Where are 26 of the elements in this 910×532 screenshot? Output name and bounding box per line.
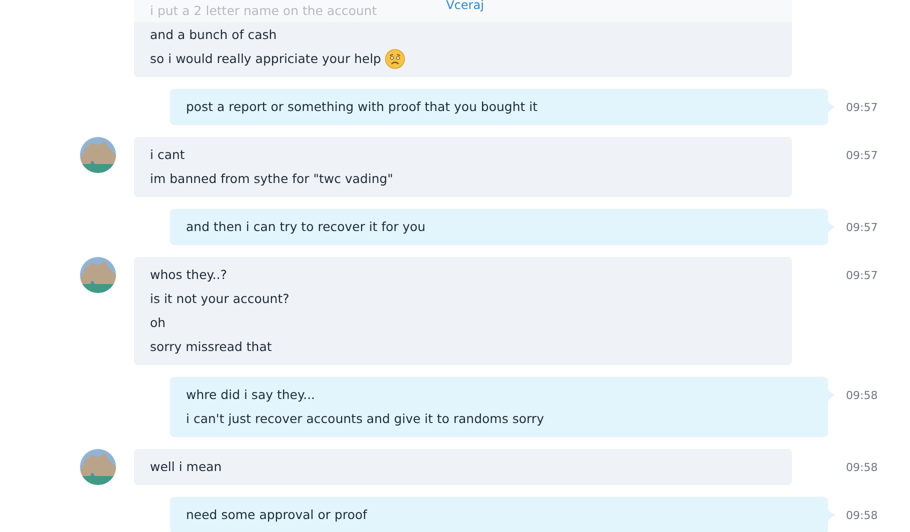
message-text: im banned from sythe for "twc vading" [150,170,394,188]
message-time: 09:57 [846,269,878,282]
message-text: whre did i say they... [186,386,316,404]
date-header: Vceraj [445,0,484,14]
message-text: and a bunch of cash [150,26,277,44]
avatar-picture [80,449,116,485]
message-text: is it not your account? [150,290,290,308]
message-text: oh [150,314,166,332]
message-text: so i would really appriciate your help [150,50,382,68]
message-time: 09:57 [846,221,878,234]
message-time: 09:58 [846,389,878,402]
message-text: i cant [150,146,185,164]
avatar-picture [80,137,116,173]
message-text: post a report or something with proof that you bought it [186,98,538,116]
message-time: 09:58 [846,461,878,474]
avatar-picture [80,257,116,293]
message-text: whos they..? [150,266,227,284]
message-text: well i mean [150,458,222,476]
message-text: need some approval or proof [186,506,368,524]
message-time: 09:57 [846,149,878,162]
message-time: 09:58 [846,509,878,522]
message-text: i can't just recover accounts and give it to randoms sorry [186,410,544,428]
message-time: 09:57 [846,101,878,114]
message-text: sorry missread that [150,338,272,356]
message-text: i put a 2 letter name on the account [150,2,377,20]
message-text: and then i can try to recover it for you [186,218,426,236]
